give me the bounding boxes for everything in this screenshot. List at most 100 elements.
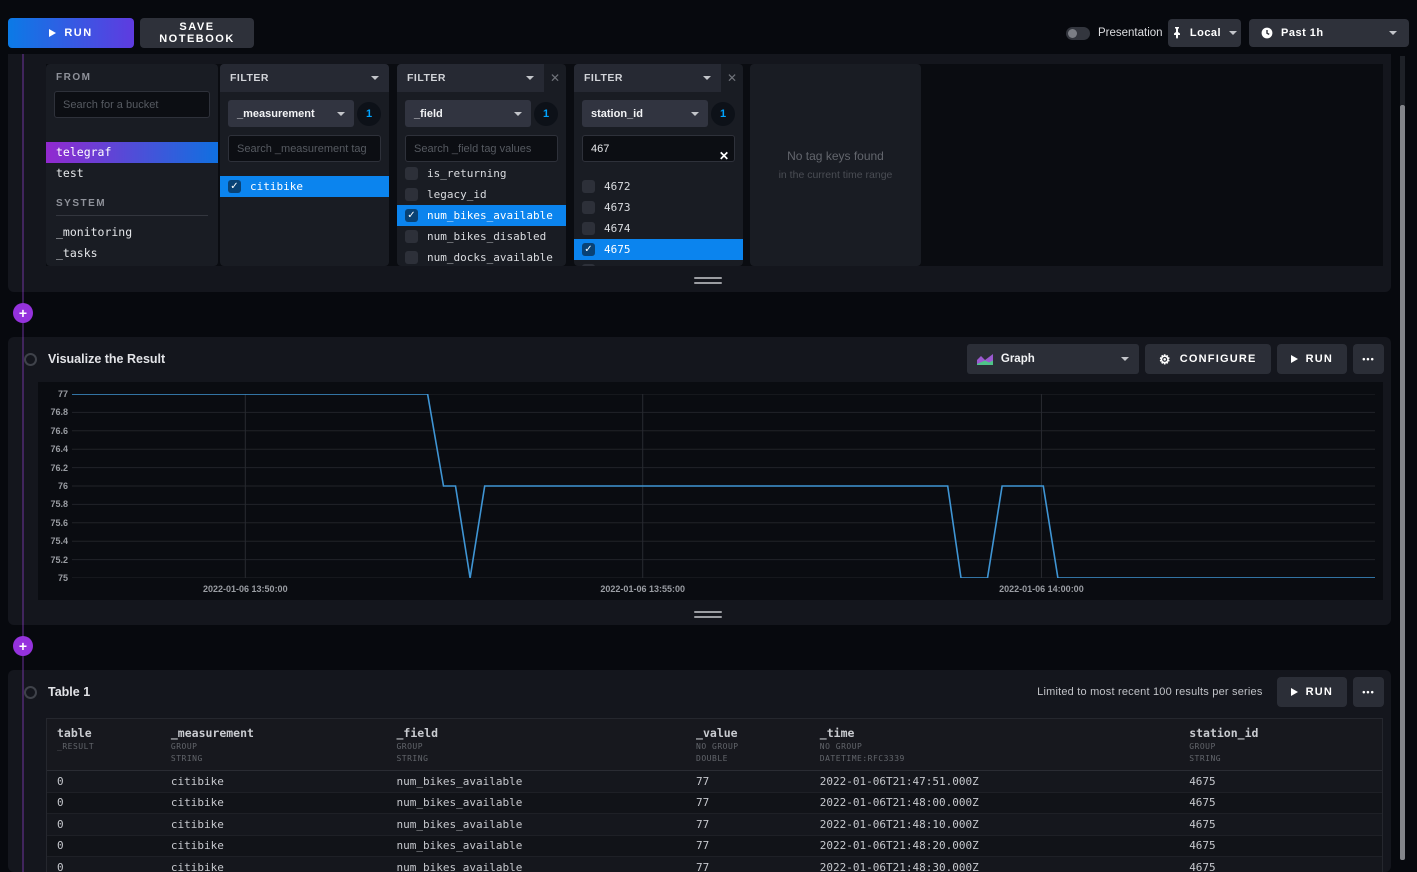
query-resize-handle[interactable] xyxy=(694,277,722,284)
table-cell: 2022-01-06T21:48:20.000Z xyxy=(810,839,1179,852)
tag-key-select[interactable]: station_id xyxy=(582,100,708,127)
filter-title: FILTER xyxy=(230,72,269,84)
bucket-item-_tasks[interactable]: _tasks xyxy=(46,243,218,264)
tag-key-select[interactable]: _field xyxy=(405,100,531,127)
close-icon[interactable]: ✕ xyxy=(721,64,743,92)
checkbox[interactable] xyxy=(582,201,595,214)
table-section: Table 1 Limited to most recent 100 resul… xyxy=(8,670,1391,872)
checkbox[interactable] xyxy=(582,180,595,193)
configure-button[interactable]: ⚙ CONFIGURE xyxy=(1145,344,1271,374)
filter-item-4675[interactable]: ✓4675 xyxy=(574,239,743,260)
empty-tag-panel: No tag keys found in the current time ra… xyxy=(750,64,921,266)
run-notebook-button[interactable]: RUN xyxy=(8,18,134,48)
table-cell: 0 xyxy=(47,818,161,831)
filter-type-dropdown[interactable]: FILTER xyxy=(397,64,544,92)
from-panel-title: FROM xyxy=(56,72,218,83)
filter-item-4673[interactable]: 4673 xyxy=(574,197,743,218)
clear-search-icon[interactable]: ✕ xyxy=(719,149,729,163)
table-cell: 4675 xyxy=(1179,775,1382,788)
filter-item-num_docks_available[interactable]: num_docks_available xyxy=(397,247,566,266)
presentation-toggle[interactable] xyxy=(1066,27,1090,40)
filter-item-label: citibike xyxy=(250,180,303,193)
run-cell-button[interactable]: RUN xyxy=(1277,344,1347,374)
checkbox[interactable]: ✓ xyxy=(582,243,595,256)
save-notebook-label: SAVE NOTEBOOK xyxy=(140,21,254,45)
checkbox[interactable] xyxy=(582,222,595,235)
table-cell: 0 xyxy=(47,861,161,872)
visualize-title: Visualize the Result xyxy=(48,352,165,366)
tag-value-search-input[interactable] xyxy=(582,135,735,162)
save-notebook-button[interactable]: SAVE NOTEBOOK xyxy=(140,18,254,48)
filter-panel-_measurement: FILTER_measurement1✓citibike xyxy=(220,64,389,266)
add-cell-button[interactable]: + xyxy=(13,303,33,323)
more-options-button[interactable]: ••• xyxy=(1353,677,1384,707)
close-icon[interactable]: ✕ xyxy=(544,64,566,92)
filter-type-dropdown[interactable]: FILTER xyxy=(574,64,721,92)
bucket-item-telegraf[interactable]: telegraf xyxy=(46,142,218,163)
tag-key-label: _field xyxy=(414,108,443,120)
scrollbar-track[interactable] xyxy=(1400,56,1405,105)
table-cell: 77 xyxy=(686,775,810,788)
gear-icon: ⚙ xyxy=(1159,353,1172,366)
column-meta: STRING xyxy=(171,754,387,764)
tag-key-select[interactable]: _measurement xyxy=(228,100,354,127)
table-row: 0citibikenum_bikes_available772022-01-06… xyxy=(47,771,1382,793)
chart-plot-area xyxy=(72,394,1375,578)
scrollbar-thumb[interactable] xyxy=(1400,105,1405,860)
column-meta: STRING xyxy=(1189,754,1382,764)
checkbox[interactable] xyxy=(405,230,418,243)
selected-count-badge: 1 xyxy=(711,102,735,126)
filter-item-4672[interactable]: 4672 xyxy=(574,176,743,197)
filter-item-num_bikes_available[interactable]: ✓num_bikes_available xyxy=(397,205,566,226)
clock-icon xyxy=(1261,27,1273,39)
filter-item-legacy_id[interactable]: legacy_id xyxy=(397,184,566,205)
bucket-item-_monitoring[interactable]: _monitoring xyxy=(46,222,218,243)
column-header-_value: _valueNO GROUPDOUBLE xyxy=(686,719,810,770)
chart-resize-handle[interactable] xyxy=(694,611,722,618)
filter-item-is_returning[interactable]: is_returning xyxy=(397,163,566,184)
chevron-down-icon xyxy=(703,76,711,80)
checkbox[interactable] xyxy=(405,167,418,180)
checkbox[interactable]: ✓ xyxy=(228,180,241,193)
filter-item-num_bikes_disabled[interactable]: num_bikes_disabled xyxy=(397,226,566,247)
column-meta: DOUBLE xyxy=(696,754,810,764)
table-cell: 2022-01-06T21:48:30.000Z xyxy=(810,861,1179,872)
graph-type-dropdown[interactable]: Graph xyxy=(967,344,1139,374)
graph-type-label: Graph xyxy=(1001,353,1035,365)
time-range-dropdown[interactable]: Past 1h xyxy=(1249,19,1409,47)
column-meta: GROUP xyxy=(396,742,686,752)
x-tick-label: 2022-01-06 14:00:00 xyxy=(999,584,1084,594)
system-buckets-header: SYSTEM xyxy=(56,198,208,216)
filter-item-4674[interactable]: 4674 xyxy=(574,218,743,239)
chevron-down-icon xyxy=(337,112,345,116)
tag-value-search-input[interactable] xyxy=(228,135,381,162)
bucket-search-input[interactable] xyxy=(54,91,210,118)
chevron-down-icon xyxy=(1229,31,1237,35)
cell-node-icon xyxy=(24,353,37,366)
checkbox[interactable]: ✓ xyxy=(405,209,418,222)
filter-item[interactable] xyxy=(574,260,743,266)
tag-value-search-input[interactable] xyxy=(405,135,558,162)
more-options-button[interactable]: ••• xyxy=(1353,344,1384,374)
results-table: table_RESULT_measurementGROUPSTRING_fiel… xyxy=(46,718,1383,872)
bucket-list: telegraftest SYSTEM _monitoring_tasks xyxy=(46,136,218,264)
add-cell-button[interactable]: + xyxy=(13,636,33,656)
table-cell: citibike xyxy=(161,796,387,809)
table-cell: citibike xyxy=(161,839,387,852)
cell-node-icon xyxy=(24,686,37,699)
checkbox[interactable] xyxy=(582,264,595,266)
column-meta: DATETIME:RFC3339 xyxy=(820,754,1179,764)
checkbox[interactable] xyxy=(405,251,418,264)
filter-panel-station_id: FILTER✕station_id1✕467246734674✓4675 xyxy=(574,64,743,266)
column-meta: GROUP xyxy=(171,742,387,752)
column-header-_time: _timeNO GROUPDATETIME:RFC3339 xyxy=(810,719,1179,770)
filter-item-citibike[interactable]: ✓ citibike xyxy=(220,176,389,197)
bucket-item-test[interactable]: test xyxy=(46,163,218,184)
timezone-label: Local xyxy=(1190,27,1221,39)
y-tick-label: 76.6 xyxy=(38,426,68,436)
filter-type-dropdown[interactable]: FILTER xyxy=(220,64,389,92)
checkbox[interactable] xyxy=(405,188,418,201)
run-table-button[interactable]: RUN xyxy=(1277,677,1347,707)
timezone-dropdown[interactable]: Local xyxy=(1168,19,1241,47)
results-table-header: table_RESULT_measurementGROUPSTRING_fiel… xyxy=(47,719,1382,771)
